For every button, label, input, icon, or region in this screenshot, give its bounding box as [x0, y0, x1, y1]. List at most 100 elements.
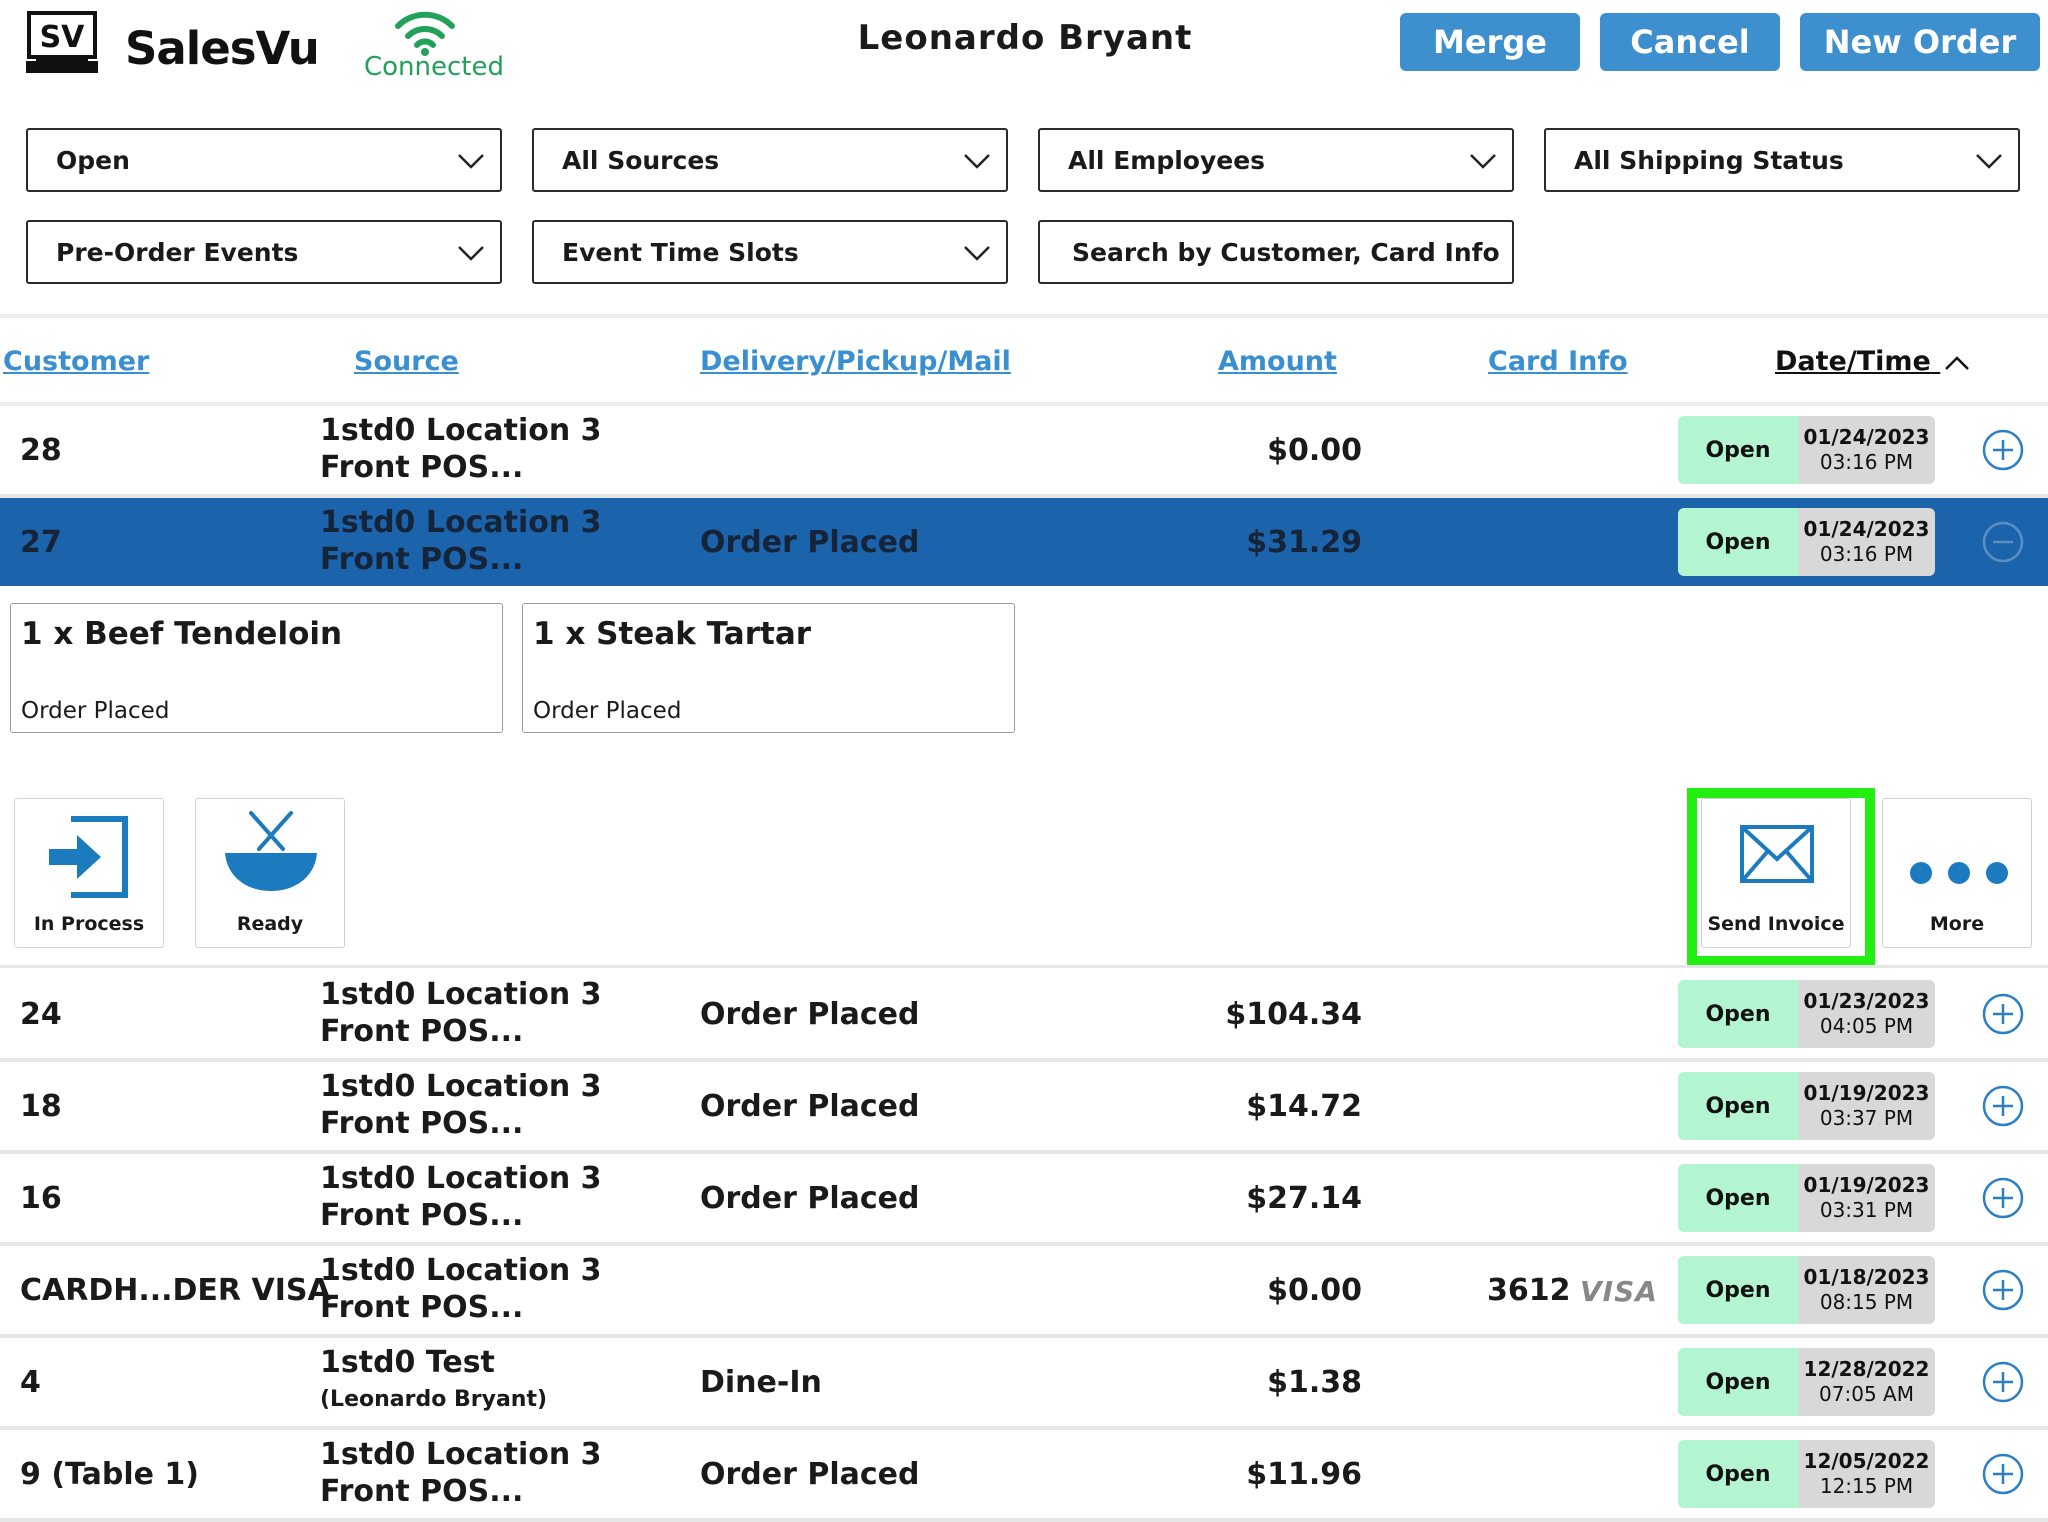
status-filter-select[interactable]: Open — [26, 128, 502, 192]
column-header-card-info[interactable]: Card Info — [1488, 346, 1628, 377]
more-dots-icon — [1910, 862, 2008, 884]
order-customer: 4 — [20, 1365, 41, 1400]
order-source: 1std0 Location 3 Front POS... — [320, 1068, 602, 1142]
visa-icon: VISA — [1580, 1275, 1658, 1308]
order-status-badge[interactable]: Open 01/24/2023 03:16 PM — [1678, 416, 1935, 484]
order-row[interactable]: 16 1std0 Location 3 Front POS... Order Plac… — [0, 1154, 2048, 1246]
order-row[interactable]: 27 1std0 Location 3 Front POS... Order Plac… — [0, 498, 2048, 586]
order-source: 1std0 Location 3 Front POS... — [320, 504, 602, 578]
order-date: 01/24/2023 — [1803, 517, 1930, 541]
collapse-icon[interactable] — [1982, 521, 2024, 563]
order-source-line2: Front POS... — [320, 1106, 524, 1141]
order-amount: $11.96 — [1246, 1457, 1362, 1492]
order-source-line1: 1std0 Location 3 — [320, 977, 602, 1012]
order-status-badge[interactable]: Open 01/24/2023 03:16 PM — [1678, 508, 1935, 576]
order-item-status: Order Placed — [21, 698, 170, 724]
sources-filter-value: All Sources — [562, 145, 720, 175]
order-amount: $27.14 — [1246, 1181, 1362, 1216]
order-source-line2: (Leonardo Bryant) — [320, 1387, 548, 1412]
order-source-line2: Front POS... — [320, 1290, 524, 1325]
order-amount: $31.29 — [1246, 525, 1362, 560]
order-datetime: 12/28/2022 07:05 AM — [1798, 1348, 1935, 1416]
event-time-slots-select[interactable]: Event Time Slots — [532, 220, 1008, 284]
order-status-label: Open — [1678, 1256, 1798, 1324]
order-delivery-status: Order Placed — [700, 997, 920, 1032]
column-header-amount[interactable]: Amount — [1218, 346, 1337, 377]
order-item-card[interactable]: 1 x Beef Tendeloin Order Placed — [10, 603, 503, 733]
order-source-line2: Front POS... — [320, 1198, 524, 1233]
order-row[interactable]: 4 1std0 Test (Leonardo Bryant) Dine-In $1.38… — [0, 1338, 2048, 1430]
order-card-last4: 3612 — [1487, 1273, 1571, 1308]
cancel-button[interactable]: Cancel — [1600, 13, 1780, 71]
wifi-icon — [395, 10, 455, 56]
pre-order-events-select[interactable]: Pre-Order Events — [26, 220, 502, 284]
chevron-down-icon — [1470, 154, 1496, 169]
column-header-delivery[interactable]: Delivery/Pickup/Mail — [700, 346, 1011, 377]
order-item-status: Order Placed — [533, 698, 682, 724]
order-row[interactable]: 9 (Table 1) 1std0 Location 3 Front POS... O… — [0, 1430, 2048, 1522]
event-time-slots-value: Event Time Slots — [562, 237, 799, 267]
shipping-filter-select[interactable]: All Shipping Status — [1544, 128, 2020, 192]
order-status-label: Open — [1678, 1164, 1798, 1232]
search-placeholder: Search by Customer, Card Info — [1072, 237, 1500, 267]
order-customer: 9 (Table 1) — [20, 1457, 200, 1492]
order-source-line2: Front POS... — [320, 542, 524, 577]
column-header-source[interactable]: Source — [354, 346, 459, 377]
search-input[interactable]: Search by Customer, Card Info — [1038, 220, 1514, 284]
expand-icon[interactable] — [1982, 1085, 2024, 1127]
order-amount: $104.34 — [1225, 997, 1362, 1032]
more-button[interactable]: More — [1882, 798, 2032, 948]
in-process-label: In Process — [33, 913, 145, 935]
employees-filter-value: All Employees — [1068, 145, 1266, 175]
sources-filter-select[interactable]: All Sources — [532, 128, 1008, 192]
order-amount: $14.72 — [1246, 1089, 1362, 1124]
order-status-badge[interactable]: Open 01/19/2023 03:37 PM — [1678, 1072, 1935, 1140]
column-header-datetime[interactable]: Date/Time — [1775, 346, 1970, 377]
expand-icon[interactable] — [1982, 1453, 2024, 1495]
order-date: 01/18/2023 — [1803, 1265, 1930, 1289]
order-status-label: Open — [1678, 1348, 1798, 1416]
order-status-badge[interactable]: Open 01/18/2023 08:15 PM — [1678, 1256, 1935, 1324]
order-datetime: 01/19/2023 03:37 PM — [1798, 1072, 1935, 1140]
logo-text: SV — [40, 20, 86, 55]
order-item-name: 1 x Steak Tartar — [533, 616, 812, 652]
order-status-badge[interactable]: Open 01/19/2023 03:31 PM — [1678, 1164, 1935, 1232]
expand-icon[interactable] — [1982, 1177, 2024, 1219]
more-label: More — [1929, 913, 1985, 935]
order-status-badge[interactable]: Open 01/23/2023 04:05 PM — [1678, 980, 1935, 1048]
shipping-filter-value: All Shipping Status — [1574, 145, 1844, 175]
order-row[interactable]: 28 1std0 Location 3 Front POS... $0.00 Open 0… — [0, 406, 2048, 498]
order-source: 1std0 Location 3 Front POS... — [320, 1436, 602, 1510]
expand-icon[interactable] — [1982, 429, 2024, 471]
expand-icon[interactable] — [1982, 1361, 2024, 1403]
order-status-label: Open — [1678, 980, 1798, 1048]
expand-icon[interactable] — [1982, 1269, 2024, 1311]
chevron-down-icon — [964, 246, 990, 261]
order-row[interactable]: 18 1std0 Location 3 Front POS... Order Plac… — [0, 1062, 2048, 1154]
order-time: 04:05 PM — [1819, 1014, 1914, 1038]
order-source-line2: Front POS... — [320, 450, 524, 485]
order-item-name: 1 x Beef Tendeloin — [21, 616, 343, 652]
order-source-line1: 1std0 Location 3 — [320, 1437, 602, 1472]
order-source-line1: 1std0 Test — [320, 1345, 495, 1380]
order-row[interactable]: 24 1std0 Location 3 Front POS... Order Plac… — [0, 970, 2048, 1062]
order-customer: 28 — [20, 433, 62, 468]
employees-filter-select[interactable]: All Employees — [1038, 128, 1514, 192]
order-customer: 24 — [20, 997, 62, 1032]
order-time: 08:15 PM — [1819, 1290, 1914, 1314]
enter-arrow-icon — [49, 816, 128, 898]
column-header-customer[interactable]: Customer — [3, 346, 149, 377]
order-source: 1std0 Location 3 Front POS... — [320, 1252, 602, 1326]
order-time: 03:37 PM — [1819, 1106, 1914, 1130]
in-process-button[interactable]: In Process — [14, 798, 164, 948]
order-row[interactable]: CARDH...DER VISA 1std0 Location 3 Front PO… — [0, 1246, 2048, 1338]
order-time: 03:31 PM — [1819, 1198, 1914, 1222]
merge-button[interactable]: Merge — [1400, 13, 1580, 71]
order-source: 1std0 Test (Leonardo Bryant) — [320, 1344, 547, 1418]
order-status-badge[interactable]: Open 12/28/2022 07:05 AM — [1678, 1348, 1935, 1416]
expand-icon[interactable] — [1982, 993, 2024, 1035]
order-item-card[interactable]: 1 x Steak Tartar Order Placed — [522, 603, 1015, 733]
order-datetime: 01/19/2023 03:31 PM — [1798, 1164, 1935, 1232]
ready-button[interactable]: Ready — [195, 798, 345, 948]
new-order-button[interactable]: New Order — [1800, 13, 2040, 71]
